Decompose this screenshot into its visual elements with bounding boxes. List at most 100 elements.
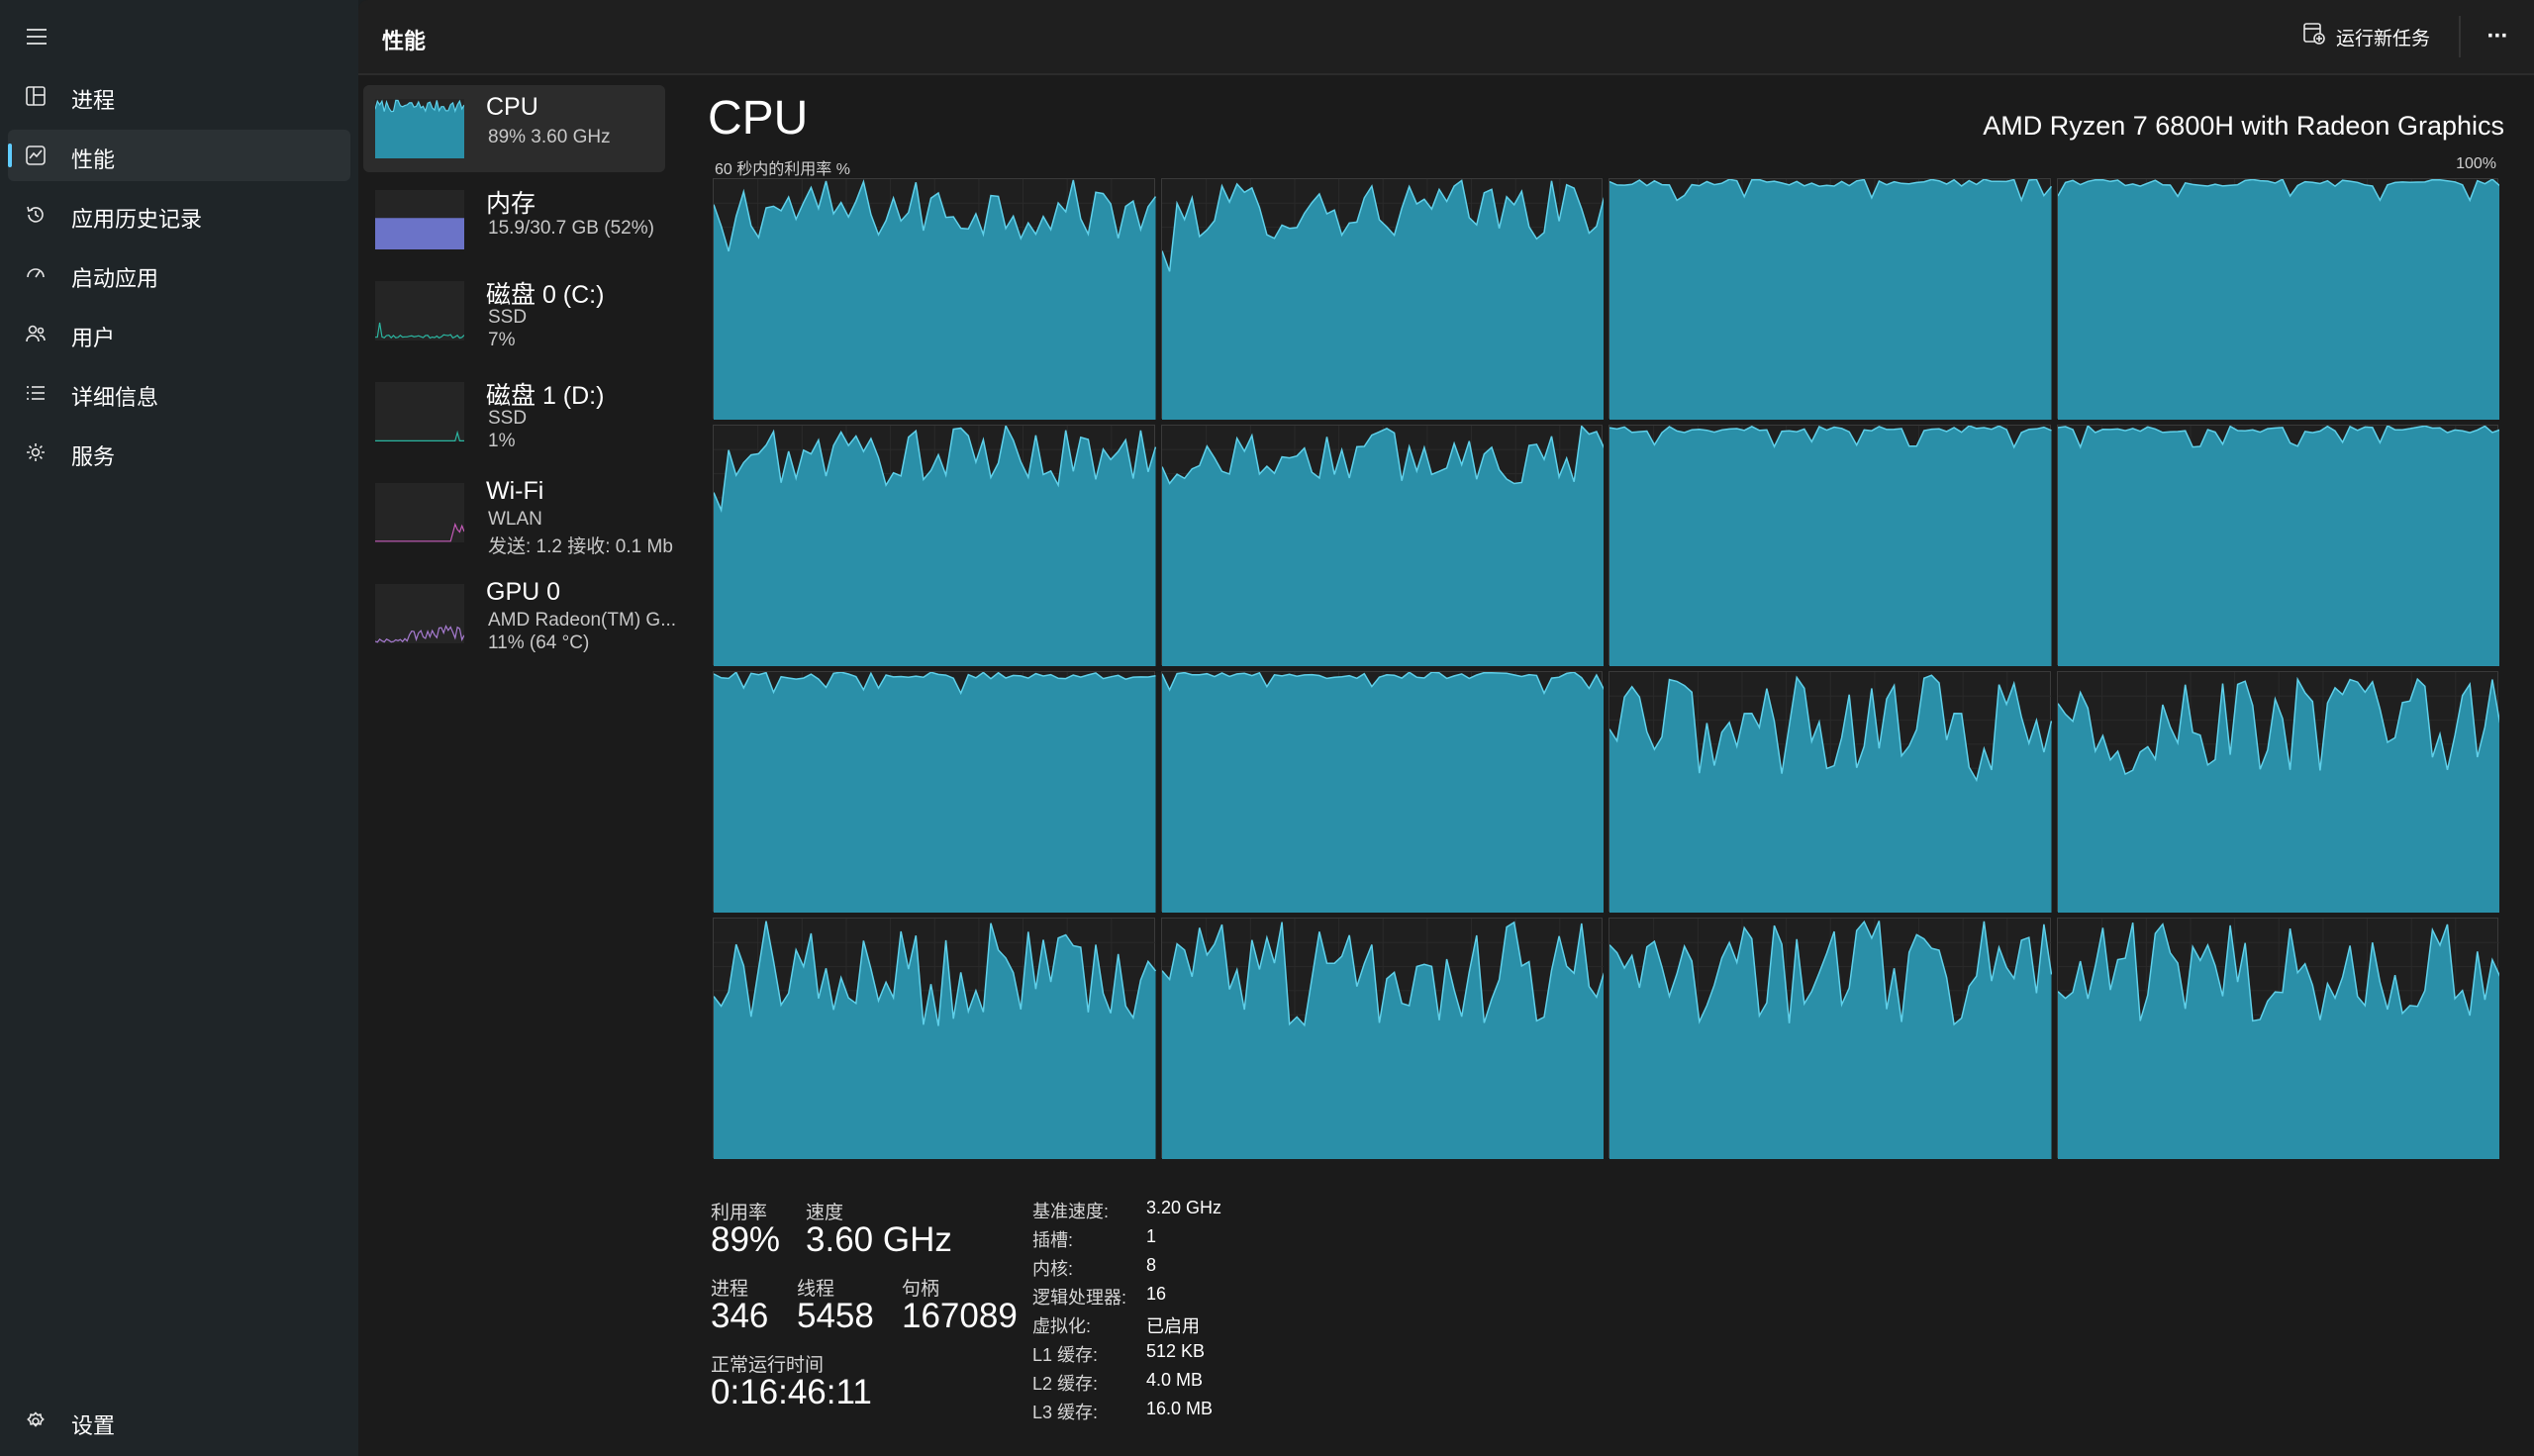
spec-value: 3.20 GHz	[1146, 1198, 1222, 1217]
logical-processor-graph	[713, 918, 1156, 1159]
uptime-value: 0:16:46:11	[711, 1373, 872, 1411]
resource-detail: 15.9/30.7 GB (52%)	[488, 218, 654, 239]
logical-processor-graph	[1160, 918, 1604, 1159]
memory-thumbnail-graph	[375, 190, 464, 249]
nav-label: 服务	[71, 444, 116, 469]
resource-item-wifi[interactable]: Wi-Fi WLAN 发送: 1.2 接收: 0.1 Mb	[363, 469, 673, 557]
resource-name: CPU	[486, 93, 538, 121]
logical-processor-graph	[1160, 425, 1604, 666]
logical-processor-graph	[713, 425, 1156, 666]
main-panel: 性能 运行新任务 ··· CPU 89% 3.60 GHz 内存 15.9/30…	[358, 0, 2534, 1456]
logical-processor-graph	[713, 178, 1156, 420]
nav-label: 用户	[71, 326, 116, 350]
resource-name: 磁盘 0 (C:)	[486, 281, 605, 309]
spec-value: 512 KB	[1146, 1341, 1206, 1361]
processes-icon	[24, 84, 48, 108]
resource-usage: 11% (64 °C)	[488, 632, 590, 653]
resource-item-cpu[interactable]: CPU 89% 3.60 GHz	[363, 85, 665, 172]
nav-item-services[interactable]: 服务	[8, 427, 350, 478]
logical-processor-graph	[1608, 671, 2052, 913]
performance-icon	[24, 144, 48, 167]
title-bar: 性能 运行新任务 ···	[358, 0, 2534, 75]
logical-processor-graph	[2056, 918, 2499, 1159]
nav-label: 应用历史记录	[71, 207, 203, 232]
logical-processor-graph	[1608, 425, 2052, 666]
resource-detail: AMD Radeon(TM) G...	[488, 610, 677, 631]
logical-processor-graph	[2056, 425, 2499, 666]
nav-item-users[interactable]: 用户	[8, 308, 350, 359]
spec-value: 1	[1146, 1226, 1157, 1246]
cpu-thumbnail-graph	[375, 99, 464, 158]
resource-detail: 89% 3.60 GHz	[488, 127, 611, 147]
spec-key: L2 缓存:	[1032, 1374, 1099, 1394]
divider	[2459, 16, 2461, 57]
resource-name: 磁盘 1 (D:)	[486, 382, 605, 410]
nav-label: 进程	[71, 88, 116, 113]
page-title: 性能	[382, 29, 427, 53]
resource-name: GPU 0	[486, 578, 561, 606]
run-task-icon	[2302, 22, 2326, 51]
spec-key: L1 缓存:	[1032, 1345, 1099, 1365]
graph-max-label: 100%	[2456, 155, 2496, 172]
settings-gear-icon	[24, 1409, 48, 1433]
resource-usage: 发送: 1.2 接收: 0.1 Mb	[488, 536, 673, 557]
resource-item-gpu0[interactable]: GPU 0 AMD Radeon(TM) G... 11% (64 °C)	[363, 570, 676, 657]
spec-key: 基准速度:	[1032, 1202, 1110, 1221]
resource-name: Wi-Fi	[486, 477, 544, 505]
wifi-thumbnail-graph	[375, 483, 464, 542]
logical-processor-graph	[713, 671, 1156, 913]
spec-value: 16	[1146, 1284, 1167, 1304]
history-icon	[24, 203, 48, 227]
threads-value: 5458	[797, 1297, 874, 1335]
spec-value: 8	[1146, 1255, 1157, 1275]
resource-usage: 1%	[488, 431, 516, 451]
spec-value: 4.0 MB	[1146, 1370, 1204, 1390]
details-icon	[24, 381, 48, 405]
disk0-thumbnail-graph	[375, 281, 464, 340]
logical-processor-graphs	[713, 178, 2499, 1159]
processes-value: 346	[711, 1297, 769, 1335]
spec-key: 内核:	[1032, 1259, 1074, 1279]
speed-value: 3.60 GHz	[806, 1220, 952, 1259]
nav-label: 设置	[71, 1413, 116, 1438]
resource-detail: SSD	[488, 307, 528, 328]
nav-item-details[interactable]: 详细信息	[8, 367, 350, 419]
spec-key: 插槽:	[1032, 1230, 1074, 1250]
logical-processor-graph	[1608, 918, 2052, 1159]
nav-item-settings[interactable]: 设置	[8, 1396, 350, 1447]
logical-processor-graph	[1160, 671, 1604, 913]
spec-key: 虚拟化:	[1032, 1316, 1092, 1336]
more-dots-icon: ···	[2486, 23, 2509, 49]
cpu-heading: CPU	[708, 92, 809, 145]
handles-value: 167089	[902, 1297, 1018, 1335]
nav-item-processes[interactable]: 进程	[8, 70, 350, 122]
resource-item-disk0[interactable]: 磁盘 0 (C:) SSD 7%	[363, 267, 665, 354]
utilization-value: 89%	[711, 1220, 781, 1259]
spec-value: 已启用	[1146, 1316, 1200, 1336]
logical-processor-graph	[1608, 178, 2052, 420]
graph-caption: 60 秒内的利用率 %	[715, 161, 850, 178]
cpu-model-name: AMD Ryzen 7 6800H with Radeon Graphics	[1983, 111, 2504, 141]
more-options-button[interactable]: ···	[2477, 18, 2518, 55]
services-icon	[24, 440, 48, 464]
nav-item-app-history[interactable]: 应用历史记录	[8, 189, 350, 241]
nav-label: 详细信息	[71, 385, 159, 410]
nav-label: 启动应用	[71, 266, 159, 291]
disk1-thumbnail-graph	[375, 382, 464, 441]
run-new-task-button[interactable]: 运行新任务	[2302, 20, 2430, 53]
nav-item-performance[interactable]: 性能	[8, 130, 350, 181]
resource-detail: SSD	[488, 408, 528, 429]
nav-label: 性能	[71, 147, 116, 172]
resource-detail: WLAN	[488, 509, 542, 530]
resource-item-memory[interactable]: 内存 15.9/30.7 GB (52%)	[363, 176, 665, 263]
resource-item-disk1[interactable]: 磁盘 1 (D:) SSD 1%	[363, 368, 665, 455]
nav-item-startup-apps[interactable]: 启动应用	[8, 248, 350, 300]
logical-processor-graph	[2056, 671, 2499, 913]
run-task-label: 运行新任务	[2336, 28, 2431, 49]
logical-processor-graph	[1160, 178, 1604, 420]
spec-key: L3 缓存:	[1032, 1403, 1099, 1422]
selection-indicator	[8, 144, 12, 167]
hamburger-icon[interactable]	[18, 18, 55, 55]
spec-value: 16.0 MB	[1146, 1399, 1214, 1418]
resource-name: 内存	[486, 190, 536, 218]
